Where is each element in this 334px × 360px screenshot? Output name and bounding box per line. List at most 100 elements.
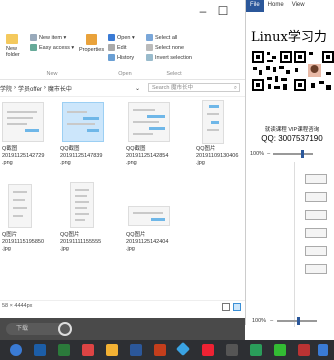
chevron-right-icon: › (43, 85, 46, 91)
app-icon[interactable] (274, 344, 286, 356)
menu-home[interactable]: Home (264, 0, 288, 12)
breadcrumb-item[interactable]: 学院 (0, 84, 12, 93)
chrome-icon[interactable] (10, 344, 22, 356)
side-panel-button[interactable] (305, 192, 327, 202)
file-name[interactable]: QQ图片 20191125142404 .jpg (126, 232, 182, 253)
app-icon[interactable] (58, 344, 70, 356)
file-thumbnail[interactable] (2, 102, 44, 142)
app-icon[interactable] (318, 344, 328, 356)
details-view-icon[interactable] (222, 303, 230, 311)
history-icon (108, 54, 115, 61)
slide-preview: Linux学习力 就读课程 VIP课程咨询 QQ: 3007537190 (249, 14, 334, 144)
select-all-button[interactable]: Select all (146, 34, 177, 41)
file-thumbnail[interactable] (128, 102, 170, 142)
pdf-icon[interactable] (202, 344, 214, 356)
ribbon-group-open: Open ▾ Edit History Open (106, 24, 144, 79)
file-thumbnail[interactable] (8, 184, 32, 228)
folder-icon (6, 34, 18, 44)
file-name[interactable]: Q截图 20191125142729 .png (2, 146, 58, 167)
breadcrumb[interactable]: 学院 › 学员offer › 魔市长中 ⌄ (0, 83, 140, 93)
ribbon-group-new: New item ▾ Easy access ▾ New (28, 24, 76, 79)
title-bar: – ☐ (0, 0, 250, 24)
side-panel-button[interactable] (305, 264, 327, 274)
presentation-window: File Home View Linux学习力 就读课程 VIP课程咨询 QQ:… (245, 0, 334, 327)
zoom-slider[interactable] (273, 150, 314, 158)
chevron-down-icon[interactable]: ⌄ (135, 85, 140, 92)
file-thumbnail[interactable] (70, 182, 94, 228)
history-button[interactable]: History (108, 54, 134, 61)
qr-code-icon (251, 50, 293, 92)
minimize-icon[interactable]: – (196, 4, 210, 18)
app-icon[interactable] (298, 344, 310, 356)
file-grid: Q截图 20191125142729 .png QQ截图 20191125147… (0, 98, 245, 294)
ribbon-group-properties: Properties (76, 24, 106, 79)
file-name[interactable]: Q图片 20191115195850 .jpg (2, 232, 58, 253)
app-icon[interactable] (226, 344, 238, 356)
file-name[interactable]: QQ截图 20191125142854 .png (126, 146, 182, 167)
side-panel-button[interactable] (305, 210, 327, 220)
word-icon[interactable] (130, 344, 142, 356)
select-all-icon (146, 34, 153, 41)
search-icon: ⌕ (233, 85, 237, 91)
side-panel-button[interactable] (305, 174, 327, 184)
chevron-right-icon: › (14, 85, 17, 91)
zoom-level: 100% (250, 151, 265, 157)
qr-code-avatar-icon (293, 50, 334, 92)
status-bar: 58 × 4444px (0, 300, 245, 313)
easy-access-button[interactable]: Easy access ▾ (30, 44, 74, 51)
select-none-icon (146, 44, 153, 51)
status-dimensions: 58 × 4444px (2, 303, 33, 309)
new-item-icon (30, 34, 37, 41)
easy-access-icon (30, 44, 37, 51)
breadcrumb-item[interactable]: 学员offer (18, 84, 42, 93)
invert-selection-icon (146, 54, 153, 61)
ribbon: New folder New item ▾ Easy access ▾ New … (0, 24, 245, 80)
search-input[interactable]: Search 魔市长中 ⌕ (148, 83, 240, 92)
ribbon-group-label-open: Open (118, 71, 132, 77)
ribbon-group-select: Select all Select none Invert selection … (144, 24, 204, 79)
file-thumbnail[interactable] (128, 206, 170, 226)
ribbon-group-label-new: New (46, 71, 58, 77)
edit-icon (108, 44, 115, 51)
properties-button[interactable]: Properties (79, 34, 104, 53)
taskbar-strip: 下载 (0, 318, 245, 340)
menu-view[interactable]: View (288, 0, 309, 12)
invert-selection-button[interactable]: Invert selection (146, 54, 192, 61)
file-name[interactable]: QQ图片 20191109130406 .jpg (196, 146, 252, 167)
slide-subtitle: 就读课程 VIP课程咨询 (264, 127, 320, 133)
zoom-control: 100% – (250, 150, 330, 158)
new-item-button[interactable]: New item ▾ (30, 34, 66, 41)
side-panel-button[interactable] (305, 228, 327, 238)
open-icon (108, 34, 115, 41)
wechat-icon[interactable] (250, 344, 262, 356)
edit-button[interactable]: Edit (108, 44, 126, 51)
presentation-menu: File Home View (246, 0, 334, 12)
file-name[interactable]: QQ图片 20191111155555 .jpg (60, 232, 116, 253)
edge-icon[interactable] (34, 344, 46, 356)
app-icon[interactable] (82, 344, 94, 356)
ribbon-group-label-select: Select (166, 71, 182, 77)
zoom-out-icon[interactable]: – (267, 151, 270, 157)
slide-qq-number: QQ: 3007537190 (261, 134, 323, 143)
powerpoint-icon[interactable] (154, 344, 166, 356)
zoom-slider-knob[interactable] (301, 150, 305, 158)
open-button[interactable]: Open ▾ (108, 34, 135, 41)
ribbon-group-new-folder: New folder (0, 24, 26, 79)
properties-icon (86, 34, 98, 45)
select-none-button[interactable]: Select none (146, 44, 184, 51)
file-name[interactable]: QQ截图 20191125147839 .png (60, 146, 116, 167)
taskbar: 下载 (0, 318, 334, 360)
large-icons-view-icon[interactable] (233, 303, 241, 311)
side-panel-button[interactable] (305, 246, 327, 256)
folder-icon[interactable] (106, 344, 118, 356)
breadcrumb-item[interactable]: 魔市长中 (48, 84, 72, 93)
menu-file[interactable]: File (246, 0, 264, 12)
maximize-icon[interactable]: ☐ (216, 4, 230, 18)
file-thumbnail[interactable] (202, 100, 224, 144)
file-thumbnail-selected[interactable] (62, 102, 104, 142)
side-panel (294, 162, 334, 327)
address-bar-row: 学院 › 学员offer › 魔市长中 ⌄ Search 魔市长中 ⌕ (0, 80, 245, 97)
power-icon[interactable] (58, 322, 72, 336)
new-folder-button[interactable]: New folder (6, 34, 20, 58)
slide-heading: Linux学习力 (251, 30, 327, 45)
